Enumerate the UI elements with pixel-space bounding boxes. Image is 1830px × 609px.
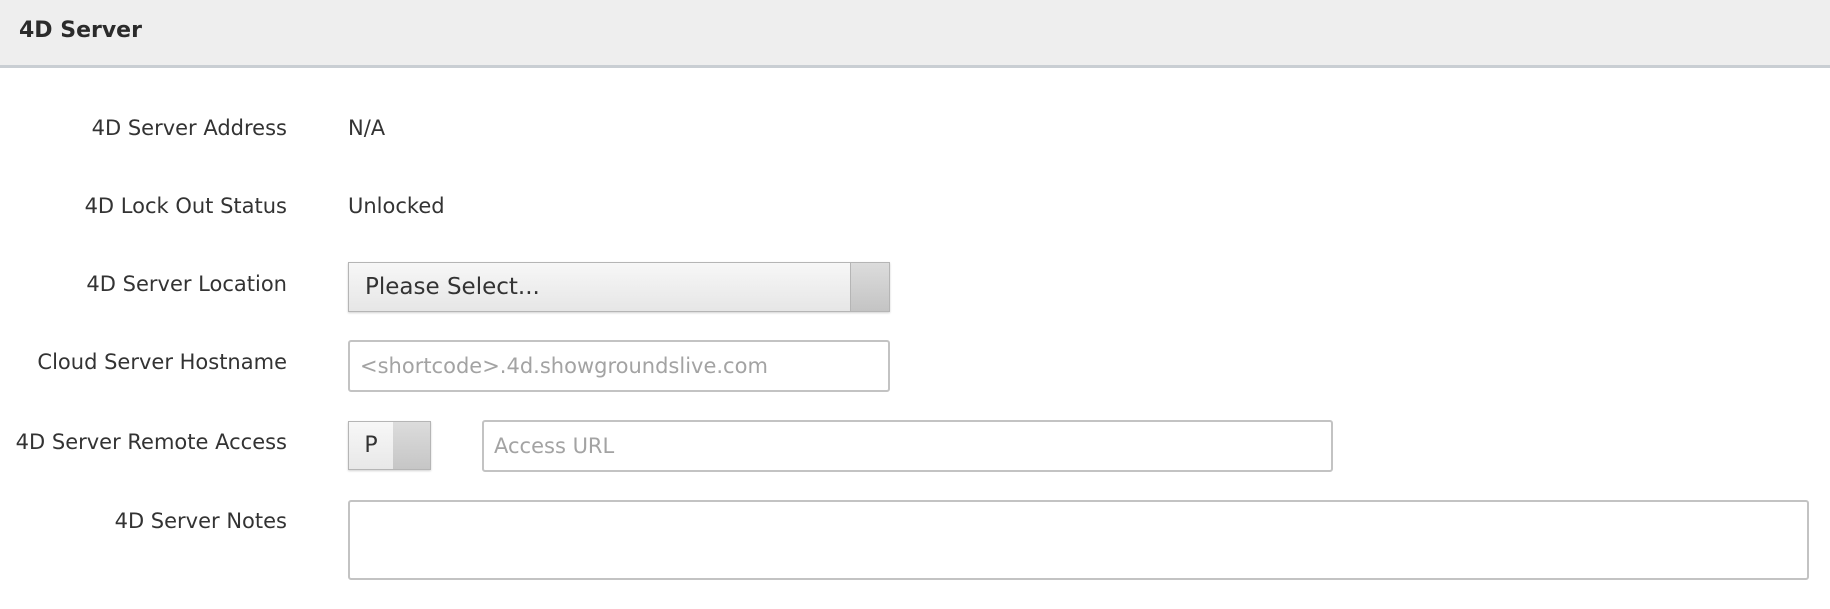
panel-header: 4D Server xyxy=(0,0,1830,68)
cloud-hostname-label: Cloud Server Hostname xyxy=(37,350,287,374)
remote-access-toggle-label: P xyxy=(349,422,394,469)
server-location-selected-value: Please Select... xyxy=(365,274,540,300)
remote-access-toggle[interactable]: P xyxy=(348,421,431,470)
lock-out-status-value: Unlocked xyxy=(348,194,445,218)
server-address-value: N/A xyxy=(348,116,386,140)
server-location-label: 4D Server Location xyxy=(86,272,287,296)
remote-access-label: 4D Server Remote Access xyxy=(15,430,287,454)
server-location-select[interactable]: Please Select... xyxy=(348,262,890,312)
server-notes-textarea[interactable] xyxy=(348,500,1809,580)
cloud-hostname-input[interactable] xyxy=(348,340,890,392)
server-notes-label: 4D Server Notes xyxy=(114,509,287,533)
panel-title: 4D Server xyxy=(19,18,142,43)
lock-out-status-label: 4D Lock Out Status xyxy=(84,194,287,218)
server-address-label: 4D Server Address xyxy=(91,116,287,140)
toggle-knob[interactable] xyxy=(393,422,430,469)
chevron-down-icon[interactable] xyxy=(850,263,889,311)
access-url-input[interactable] xyxy=(482,420,1333,472)
